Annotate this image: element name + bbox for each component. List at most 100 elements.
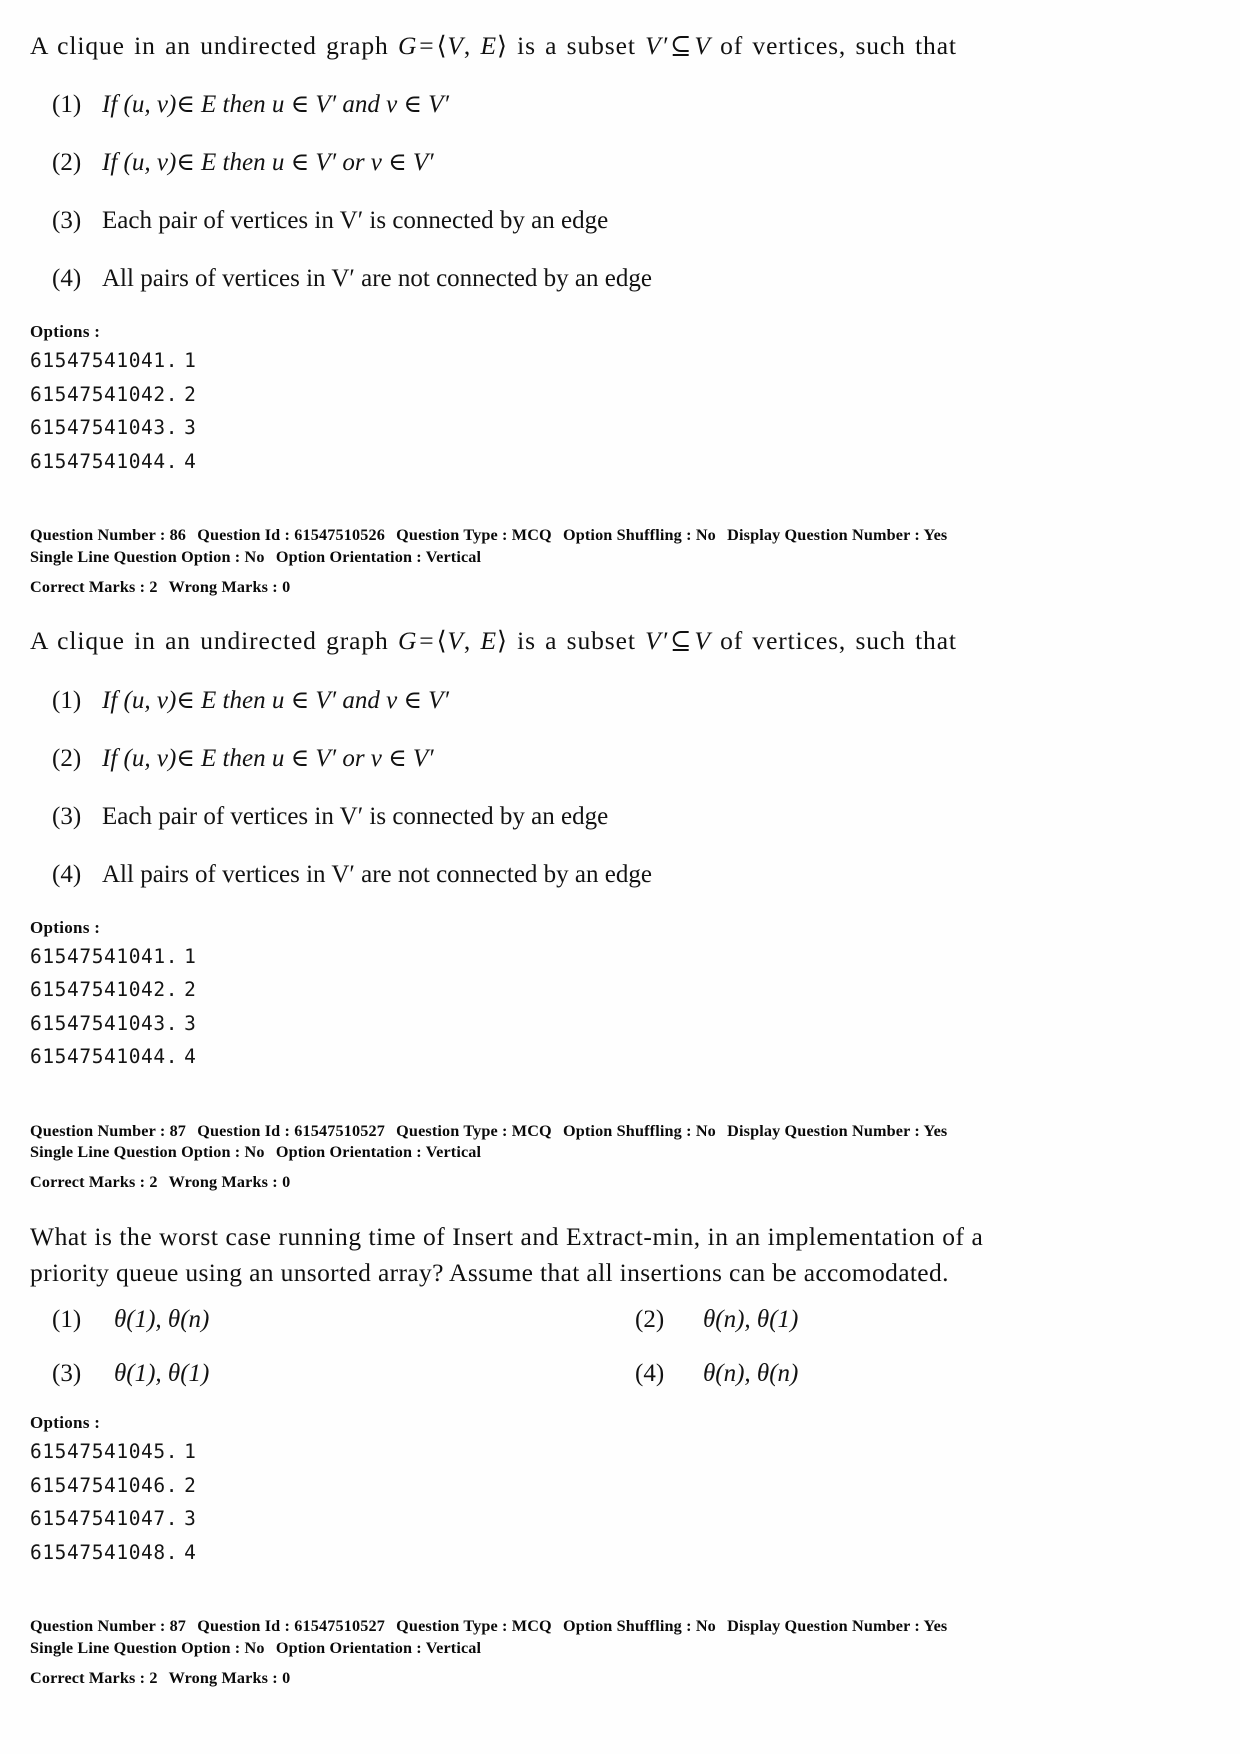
- choice-number: (4): [635, 1360, 665, 1388]
- correct-marks-label: Correct Marks :: [30, 1173, 146, 1192]
- choice-item[interactable]: (3) Each pair of vertices in V′ is conne…: [28, 802, 1206, 832]
- choice-item[interactable]: (1) If (u, v)∈ E then u ∈ V′ and v ∈ V′: [28, 90, 1206, 120]
- math-subset: ⊆: [670, 31, 693, 60]
- display-question-number-value: Yes: [923, 1121, 948, 1140]
- option-shuffling-value: No: [695, 526, 716, 545]
- wrong-marks-label: Wrong Marks :: [168, 1173, 278, 1192]
- options-label: Options :: [30, 917, 101, 937]
- option-shuffling-label: Option Shuffling :: [562, 1121, 692, 1140]
- option-id-row[interactable]: 61547541042. 2: [30, 980, 1206, 1000]
- meta-line-1: Question Number : 86 Question Id : 61547…: [28, 525, 1206, 546]
- option-id-row[interactable]: 61547541046. 2: [30, 1473, 1206, 1497]
- option-id-row[interactable]: 61547541041. 1: [30, 944, 1206, 968]
- option-shuffling-label: Option Shuffling :: [562, 526, 692, 545]
- choice-text: θ(n), θ(n): [703, 1360, 799, 1388]
- option-id: 61547541043.: [30, 1011, 179, 1035]
- option-orientation-value: Vertical: [425, 1638, 482, 1657]
- option-index: 4: [184, 449, 197, 473]
- option-index: 3: [184, 416, 197, 440]
- question-number-label: Question Number :: [30, 526, 166, 545]
- option-orientation-label: Option Orientation :: [275, 547, 422, 566]
- choice-item[interactable]: (1) θ(1), θ(n): [28, 1305, 617, 1335]
- option-id: 61547541048.: [30, 1540, 179, 1564]
- option-orientation-label: Option Orientation :: [275, 1143, 422, 1162]
- option-id-row[interactable]: 61547541048. 4: [30, 1540, 1206, 1564]
- choice-text: θ(1), θ(n): [114, 1306, 210, 1334]
- math-comma: ,: [463, 626, 472, 656]
- option-id-row[interactable]: 61547541047. 3: [30, 1509, 1206, 1529]
- option-id-row[interactable]: 61547541045. 1: [30, 1442, 1206, 1462]
- choice-item[interactable]: (3) θ(1), θ(1): [28, 1359, 617, 1389]
- option-id: 61547541044.: [30, 449, 179, 473]
- option-orientation-label: Option Orientation :: [275, 1638, 422, 1657]
- choice-number: (4): [52, 265, 82, 293]
- choice-item[interactable]: (2) θ(n), θ(1): [617, 1305, 1206, 1335]
- option-id-row[interactable]: 61547541044. 4: [30, 449, 1206, 473]
- choice-text: If (u, v)∈ E then u ∈ V′ and v ∈ V′: [102, 91, 449, 119]
- option-id: 61547541041.: [30, 944, 179, 968]
- math-V: V: [447, 626, 464, 656]
- question-number-value: 87: [169, 1121, 187, 1140]
- option-id-row[interactable]: 61547541043. 3: [30, 1011, 1206, 1035]
- choice-item[interactable]: (4) All pairs of vertices in V′ are not …: [28, 264, 1206, 294]
- choice-number: (1): [52, 1306, 82, 1334]
- question-id-label: Question Id :: [197, 1121, 291, 1140]
- question-number-value: 86: [169, 526, 187, 545]
- stem-suffix: of vertices, such that: [710, 31, 957, 60]
- choice-list-clique-2: (1) If (u, v)∈ E then u ∈ V′ and v ∈ V′ …: [28, 686, 1206, 890]
- wrong-marks-label: Wrong Marks :: [168, 577, 278, 596]
- choice-item[interactable]: (4) θ(n), θ(n): [617, 1359, 1206, 1389]
- display-question-number-label: Display Question Number :: [727, 526, 920, 545]
- display-question-number-label: Display Question Number :: [727, 1617, 920, 1636]
- choice-text: θ(n), θ(1): [703, 1306, 799, 1334]
- correct-marks-label: Correct Marks :: [30, 1668, 146, 1687]
- question-meta-86: Question Number : 86 Question Id : 61547…: [28, 525, 1206, 597]
- option-index: 1: [184, 1440, 197, 1464]
- option-index: 1: [184, 944, 197, 968]
- option-id: 61547541046.: [30, 1473, 179, 1497]
- stem-suffix: of vertices, such that: [710, 626, 957, 656]
- choice-item[interactable]: (3) Each pair of vertices in V′ is conne…: [28, 206, 1206, 236]
- question-type-label: Question Type :: [396, 1617, 508, 1636]
- choice-text: If (u, v)∈ E then u ∈ V′ or v ∈ V′: [102, 149, 434, 177]
- single-line-option-value: No: [244, 1143, 265, 1162]
- question-id-value: 61547510526: [294, 526, 385, 545]
- choice-text: θ(1), θ(1): [114, 1360, 210, 1388]
- option-id-row[interactable]: 61547541043. 3: [30, 418, 1206, 438]
- correct-marks-label: Correct Marks :: [30, 577, 146, 596]
- question-id-value: 61547510527: [294, 1121, 385, 1140]
- question-id-label: Question Id :: [197, 526, 291, 545]
- question-stem-clique-2: A clique in an undirected graph G=⟨V, E⟩…: [28, 623, 1206, 659]
- math-G: G: [397, 31, 418, 60]
- display-question-number-value: Yes: [923, 526, 948, 545]
- question-stem-priority-queue-line1: What is the worst case running time of I…: [30, 1221, 984, 1251]
- option-index: 4: [184, 1540, 197, 1564]
- math-V-prime: V′: [645, 31, 669, 60]
- choice-item[interactable]: (2) If (u, v)∈ E then u ∈ V′ or v ∈ V′: [28, 148, 1206, 178]
- math-comma: ,: [463, 31, 472, 60]
- question-id-label: Question Id :: [197, 1617, 291, 1636]
- option-id-row[interactable]: 61547541042. 2: [30, 384, 1206, 405]
- single-line-option-value: No: [244, 547, 265, 566]
- option-shuffling-label: Option Shuffling :: [562, 1617, 692, 1636]
- question-meta-87-second: Question Number : 87 Question Id : 61547…: [28, 1616, 1206, 1688]
- stem-prefix: A clique in an undirected graph: [30, 626, 398, 656]
- meta-line-1: Question Number : 87 Question Id : 61547…: [28, 1616, 1206, 1637]
- choice-item[interactable]: (2) If (u, v)∈ E then u ∈ V′ or v ∈ V′: [28, 744, 1206, 774]
- choice-text: If (u, v)∈ E then u ∈ V′ or v ∈ V′: [102, 744, 434, 772]
- option-id-row[interactable]: 61547541041. 1: [30, 351, 1206, 371]
- meta-line-1: Question Number : 87 Question Id : 61547…: [28, 1121, 1206, 1142]
- question-type-label: Question Type :: [396, 1121, 508, 1140]
- math-V-prime: V′: [645, 626, 669, 656]
- question-number-label: Question Number :: [30, 1617, 166, 1636]
- option-index: 3: [184, 1011, 197, 1035]
- options-label: Options :: [30, 322, 101, 342]
- single-line-option-value: No: [244, 1638, 265, 1657]
- choice-number: (3): [52, 207, 82, 235]
- option-shuffling-value: No: [695, 1121, 716, 1140]
- option-id-row[interactable]: 61547541044. 4: [30, 1047, 1206, 1067]
- choice-item[interactable]: (1) If (u, v)∈ E then u ∈ V′ and v ∈ V′: [28, 686, 1206, 716]
- single-line-option-label: Single Line Question Option :: [30, 1143, 241, 1162]
- choice-item[interactable]: (4) All pairs of vertices in V′ are not …: [28, 860, 1206, 890]
- question-stem-priority-queue-line2: priority queue using an unsorted array? …: [30, 1258, 949, 1288]
